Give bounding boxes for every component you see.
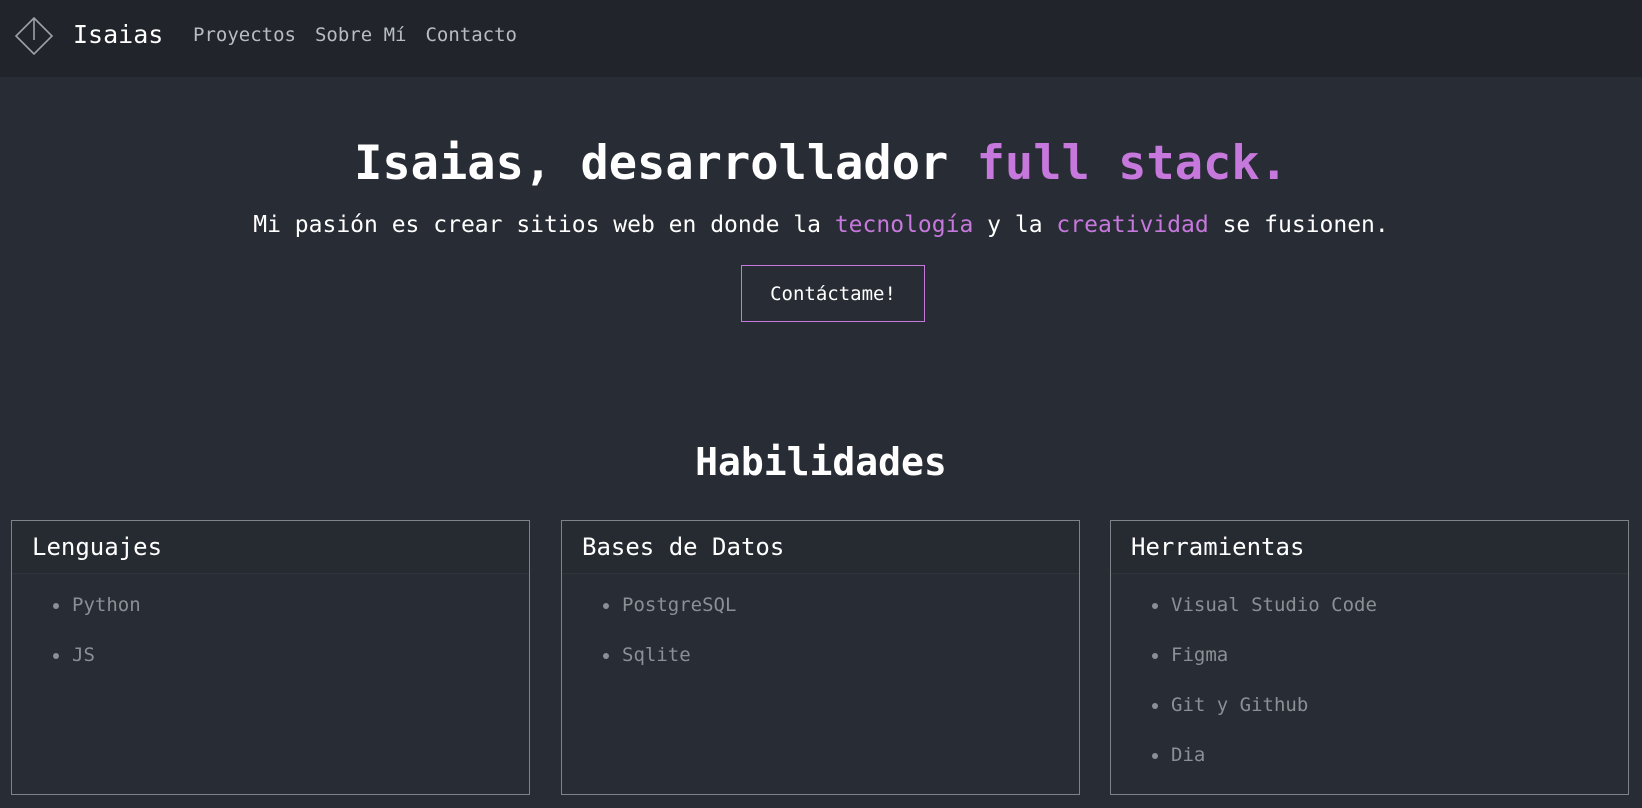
nav-links: Proyectos Sobre Mí Contacto	[193, 24, 517, 46]
brand-link[interactable]: Isaias	[73, 20, 163, 49]
hero-title-main: Isaias, desarrollador	[354, 136, 977, 191]
hero-subtitle: Mi pasión es crear sitios web en donde l…	[0, 212, 1642, 238]
list-item: Git y Github	[1151, 694, 1628, 744]
list-item: Python	[52, 594, 529, 644]
list-item: Dia	[1151, 744, 1628, 794]
hero-subtitle-part3: se fusionen.	[1208, 212, 1389, 238]
card-title: Herramientas	[1111, 521, 1628, 574]
skills-card-herramientas: Herramientas Visual Studio Code Figma Gi…	[1110, 520, 1629, 795]
nav-link-sobre-mi[interactable]: Sobre Mí	[315, 24, 407, 46]
navbar: Isaias Proyectos Sobre Mí Contacto	[0, 0, 1642, 77]
hero-subtitle-accent-tecnologia: tecnología	[834, 212, 974, 238]
hero-subtitle-accent-creatividad: creatividad	[1056, 212, 1209, 238]
skills-card-lenguajes: Lenguajes Python JS	[11, 520, 530, 795]
contact-button[interactable]: Contáctame!	[741, 265, 925, 322]
hero-subtitle-part1: Mi pasión es crear sitios web en donde l…	[253, 212, 835, 238]
skills-list: PostgreSQL Sqlite	[562, 574, 1079, 694]
hero-title: Isaias, desarrollador full stack.	[0, 136, 1642, 191]
skills-title: Habilidades	[695, 440, 947, 484]
skills-card-bases-de-datos: Bases de Datos PostgreSQL Sqlite	[561, 520, 1080, 795]
diamond-logo-icon[interactable]	[15, 17, 53, 55]
list-item: JS	[52, 644, 529, 694]
card-title: Lenguajes	[12, 521, 529, 574]
hero-title-accent: full stack.	[976, 136, 1288, 191]
list-item: Visual Studio Code	[1151, 594, 1628, 644]
hero-subtitle-part2: y la	[973, 212, 1057, 238]
card-title: Bases de Datos	[562, 521, 1079, 574]
nav-link-proyectos[interactable]: Proyectos	[193, 24, 296, 46]
skills-list: Python JS	[12, 574, 529, 694]
nav-link-contacto[interactable]: Contacto	[425, 24, 517, 46]
list-item: PostgreSQL	[602, 594, 1079, 644]
skills-list: Visual Studio Code Figma Git y Github Di…	[1111, 574, 1628, 794]
list-item: Figma	[1151, 644, 1628, 694]
list-item: Sqlite	[602, 644, 1079, 694]
